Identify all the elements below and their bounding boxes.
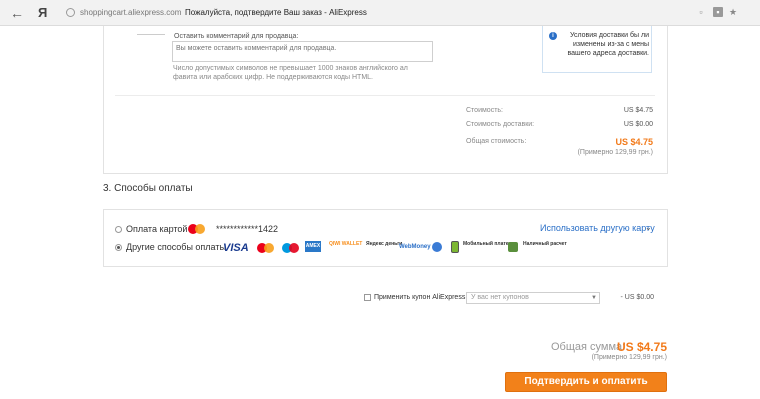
- cost-label: Стоимость:: [466, 107, 503, 114]
- mastercard-icon: [187, 223, 207, 235]
- payment-methods-box: [103, 209, 668, 267]
- mastercard-logo-icon: [256, 242, 276, 254]
- grand-total-label: Общая сумма:: [551, 341, 626, 353]
- grand-total-approx: (Примерно 129,99 грн.): [591, 354, 667, 361]
- amex-logo-icon: AMEX: [305, 241, 321, 252]
- shipping-value: US $0.00: [623, 121, 653, 128]
- mobile-payment-logo: Мобильный платеж: [463, 241, 513, 247]
- coupon-checkbox[interactable]: [364, 294, 371, 301]
- mobile-payment-icon: [451, 241, 459, 253]
- address-page-title[interactable]: Пожалуйста, подтвердите Ваш заказ - AliE…: [185, 8, 367, 17]
- webmoney-logo-icon: WebMoney: [399, 244, 431, 250]
- other-payment-label[interactable]: Другие способы оплаты: [126, 242, 226, 252]
- other-payment-radio[interactable]: [115, 244, 122, 251]
- yandex-logo-icon[interactable]: Я: [38, 6, 47, 20]
- star-icon[interactable]: ★: [728, 7, 738, 17]
- coupon-label[interactable]: Применить купон AliExpress:: [374, 294, 467, 301]
- order-total-value: US $4.75: [615, 137, 653, 147]
- dropdown-arrow-icon[interactable]: ▼: [591, 295, 597, 301]
- qiwi-logo-icon: QIWI WALLET: [329, 241, 363, 247]
- back-arrow-icon[interactable]: ←: [10, 6, 24, 20]
- grand-total-value: US $4.75: [616, 340, 667, 354]
- item-divider: [137, 26, 165, 35]
- cost-value: US $4.75: [623, 107, 653, 114]
- extension-icon[interactable]: ▫: [696, 7, 706, 17]
- site-info-icon[interactable]: [66, 8, 75, 17]
- comment-label: Оставить комментарий для продавца:: [174, 33, 299, 40]
- shipping-label: Стоимость доставки:: [466, 121, 535, 128]
- divider: [115, 95, 655, 96]
- lock-icon[interactable]: ▪: [713, 7, 723, 17]
- coupon-discount-value: - US $0.00: [620, 294, 654, 301]
- order-total-approx: (Примерно 129,99 грн.): [577, 149, 653, 156]
- chevron-down-icon[interactable]: ⌄: [645, 223, 652, 232]
- seller-comment-input[interactable]: [172, 41, 433, 62]
- order-total-label: Общая стоимость:: [466, 138, 527, 145]
- cash-payment-logo: Наличный расчет: [523, 241, 567, 247]
- address-domain[interactable]: shoppingcart.aliexpress.com: [80, 8, 181, 17]
- yandex-money-logo-icon: Яндекс деньги: [366, 241, 403, 247]
- comment-hint: Число допустимых символов не превышает 1…: [173, 65, 408, 81]
- webmoney-globe-icon: [432, 242, 442, 252]
- info-icon: i: [549, 32, 557, 40]
- maestro-logo-icon: [281, 242, 301, 254]
- card-payment-label[interactable]: Оплата картой: [126, 224, 187, 234]
- coupon-select[interactable]: У вас нет купонов: [466, 292, 600, 304]
- confirm-and-pay-button[interactable]: Подтвердить и оплатить: [505, 372, 667, 392]
- use-other-card-link[interactable]: Использовать другую карту: [540, 223, 655, 233]
- visa-logo-icon: VISA: [223, 242, 249, 254]
- card-number: ************1422: [216, 224, 279, 234]
- card-payment-radio[interactable]: [115, 226, 122, 233]
- cash-payment-icon: [508, 242, 518, 252]
- payment-section-title: 3. Способы оплаты: [103, 183, 193, 194]
- delivery-notice-text: Условия доставки бы ли изменены из-за с …: [567, 32, 649, 57]
